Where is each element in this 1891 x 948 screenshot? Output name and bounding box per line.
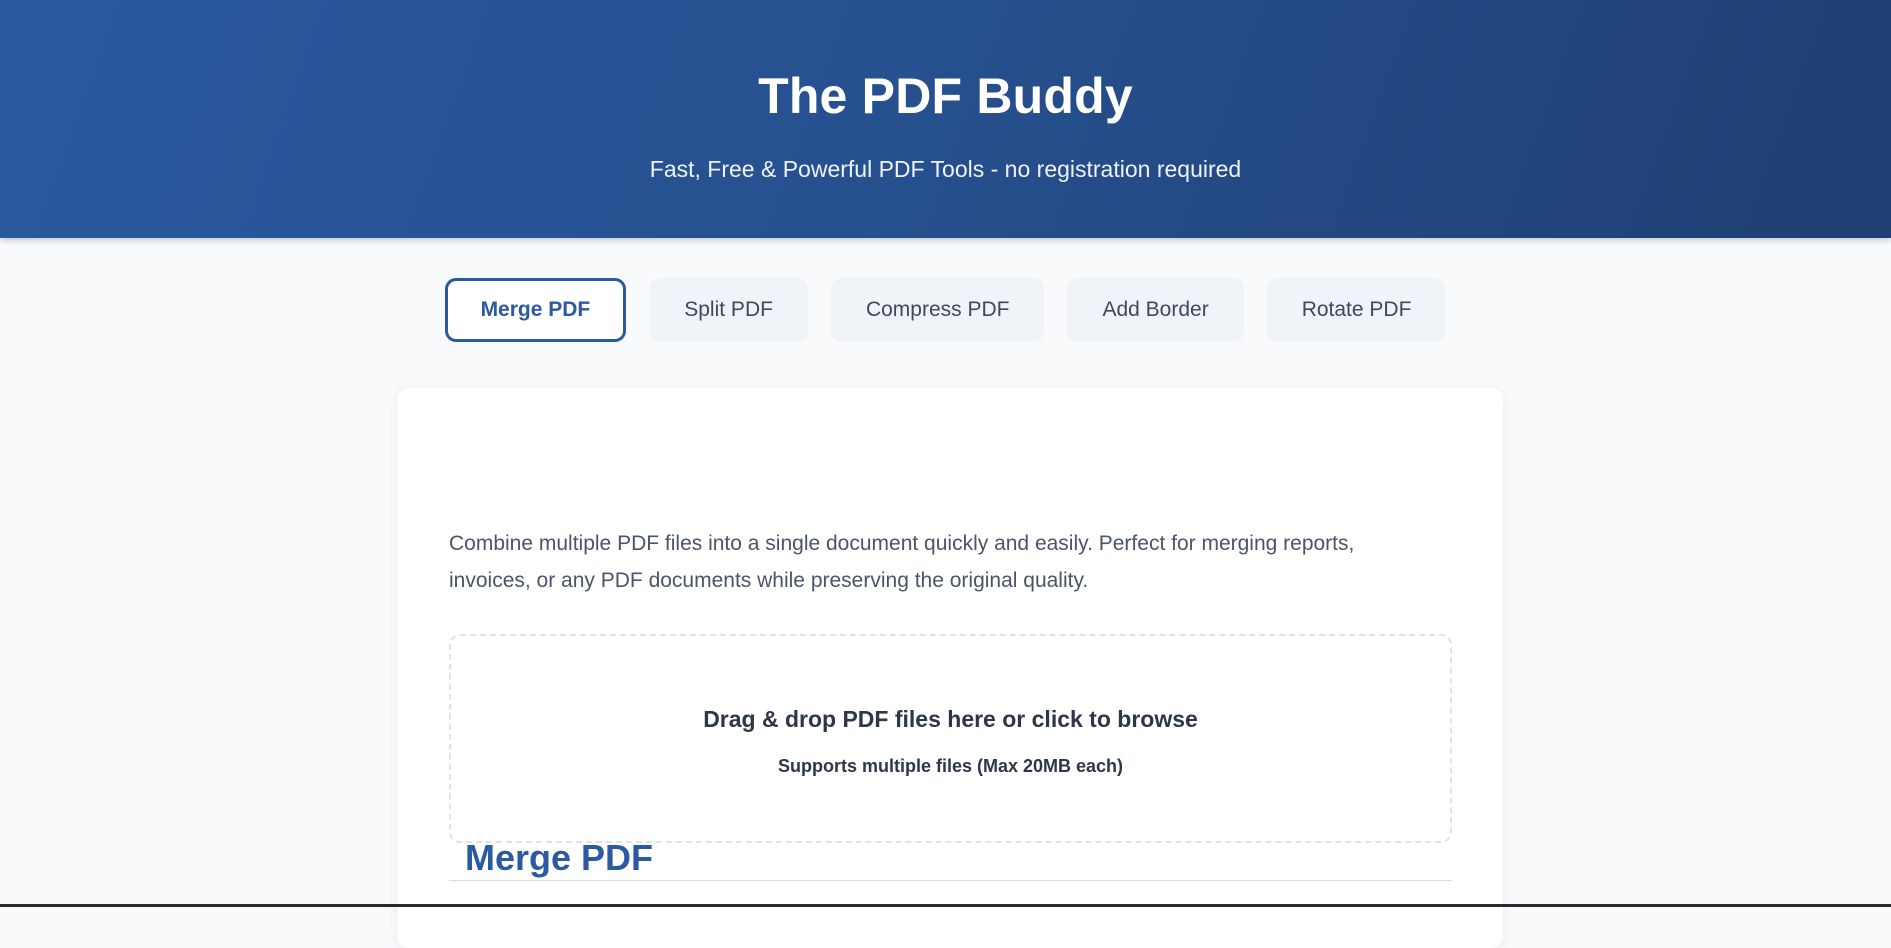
site-title: The PDF Buddy — [758, 68, 1133, 124]
dropzone-title: Drag & drop PDF files here or click to b… — [703, 706, 1198, 732]
site-subtitle: Fast, Free & Powerful PDF Tools - no reg… — [649, 156, 1242, 182]
tab-compress-pdf[interactable]: Compress PDF — [830, 278, 1045, 342]
tab-merge-pdf[interactable]: Merge PDF — [444, 278, 627, 342]
file-dropzone[interactable]: Drag & drop PDF files here or click to b… — [449, 634, 1452, 843]
site-header: The PDF Buddy Fast, Free & Powerful PDF … — [0, 0, 1891, 238]
section-divider — [449, 880, 1452, 881]
tab-rotate-pdf[interactable]: Rotate PDF — [1266, 278, 1447, 342]
tab-add-border[interactable]: Add Border — [1067, 278, 1244, 342]
dropzone-subtitle: Supports multiple files (Max 20MB each) — [777, 756, 1124, 776]
tool-description: Combine multiple PDF files into a single… — [449, 532, 1355, 592]
tool-tabs: Merge PDF Split PDF Compress PDF Add Bor… — [0, 278, 1891, 342]
tab-split-pdf[interactable]: Split PDF — [649, 278, 808, 342]
